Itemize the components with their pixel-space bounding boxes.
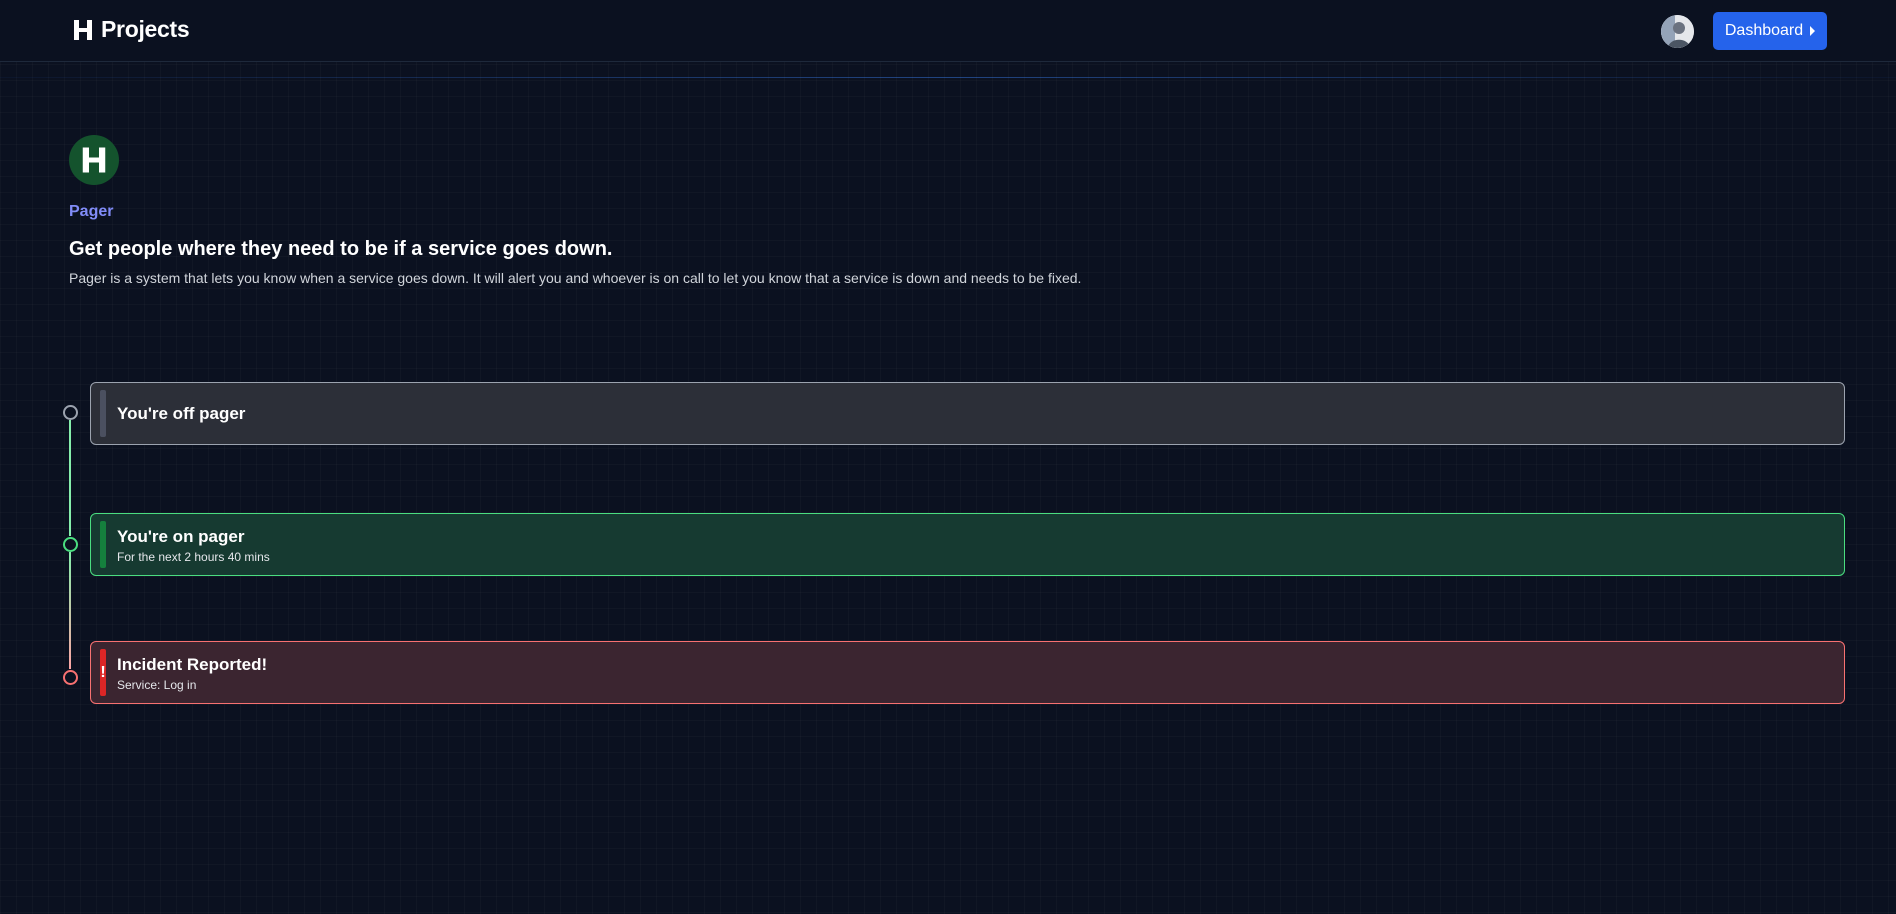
status-card-off-pager: You're off pager [90, 382, 1845, 445]
status-card-incident: ! Incident Reported! Service: Log in [90, 641, 1845, 704]
timeline-dot-incident [63, 670, 78, 685]
h-logo-icon [74, 19, 92, 40]
brand-name: Projects [101, 16, 190, 42]
project-logo [69, 135, 119, 185]
top-navbar: Projects Dashboard [0, 0, 1896, 62]
user-photo [1661, 15, 1694, 48]
timeline-connector-2 [69, 552, 71, 669]
status-title: Incident Reported! [117, 655, 268, 674]
avatar[interactable] [1661, 15, 1694, 48]
status-card-on-pager: You're on pager For the next 2 hours 40 … [90, 513, 1845, 576]
project-description: Pager is a system that lets you know whe… [69, 270, 1082, 286]
timeline-dot-on [63, 537, 78, 552]
dashboard-button[interactable]: Dashboard [1713, 12, 1827, 50]
status-title: You're on pager [117, 527, 245, 546]
brand-link[interactable]: Projects [71, 16, 190, 43]
page-title: Get people where they need to be if a se… [69, 238, 613, 260]
dashboard-button-label: Dashboard [1724, 22, 1804, 39]
project-name: Pager [69, 203, 114, 220]
timeline-dot-off [63, 405, 78, 420]
h-logo-icon [82, 147, 106, 173]
status-subtitle: For the next 2 hours 40 mins [117, 550, 270, 564]
status-bar [100, 521, 106, 568]
status-subtitle: Service: Log in [117, 678, 197, 692]
exclamation-icon: ! [100, 663, 106, 681]
chevron-right-icon [1810, 26, 1816, 36]
header-divider [0, 77, 1896, 78]
timeline-connector-1 [69, 420, 71, 536]
status-bar [100, 390, 106, 437]
status-bar: ! [100, 649, 106, 696]
status-title: You're off pager [117, 404, 246, 423]
